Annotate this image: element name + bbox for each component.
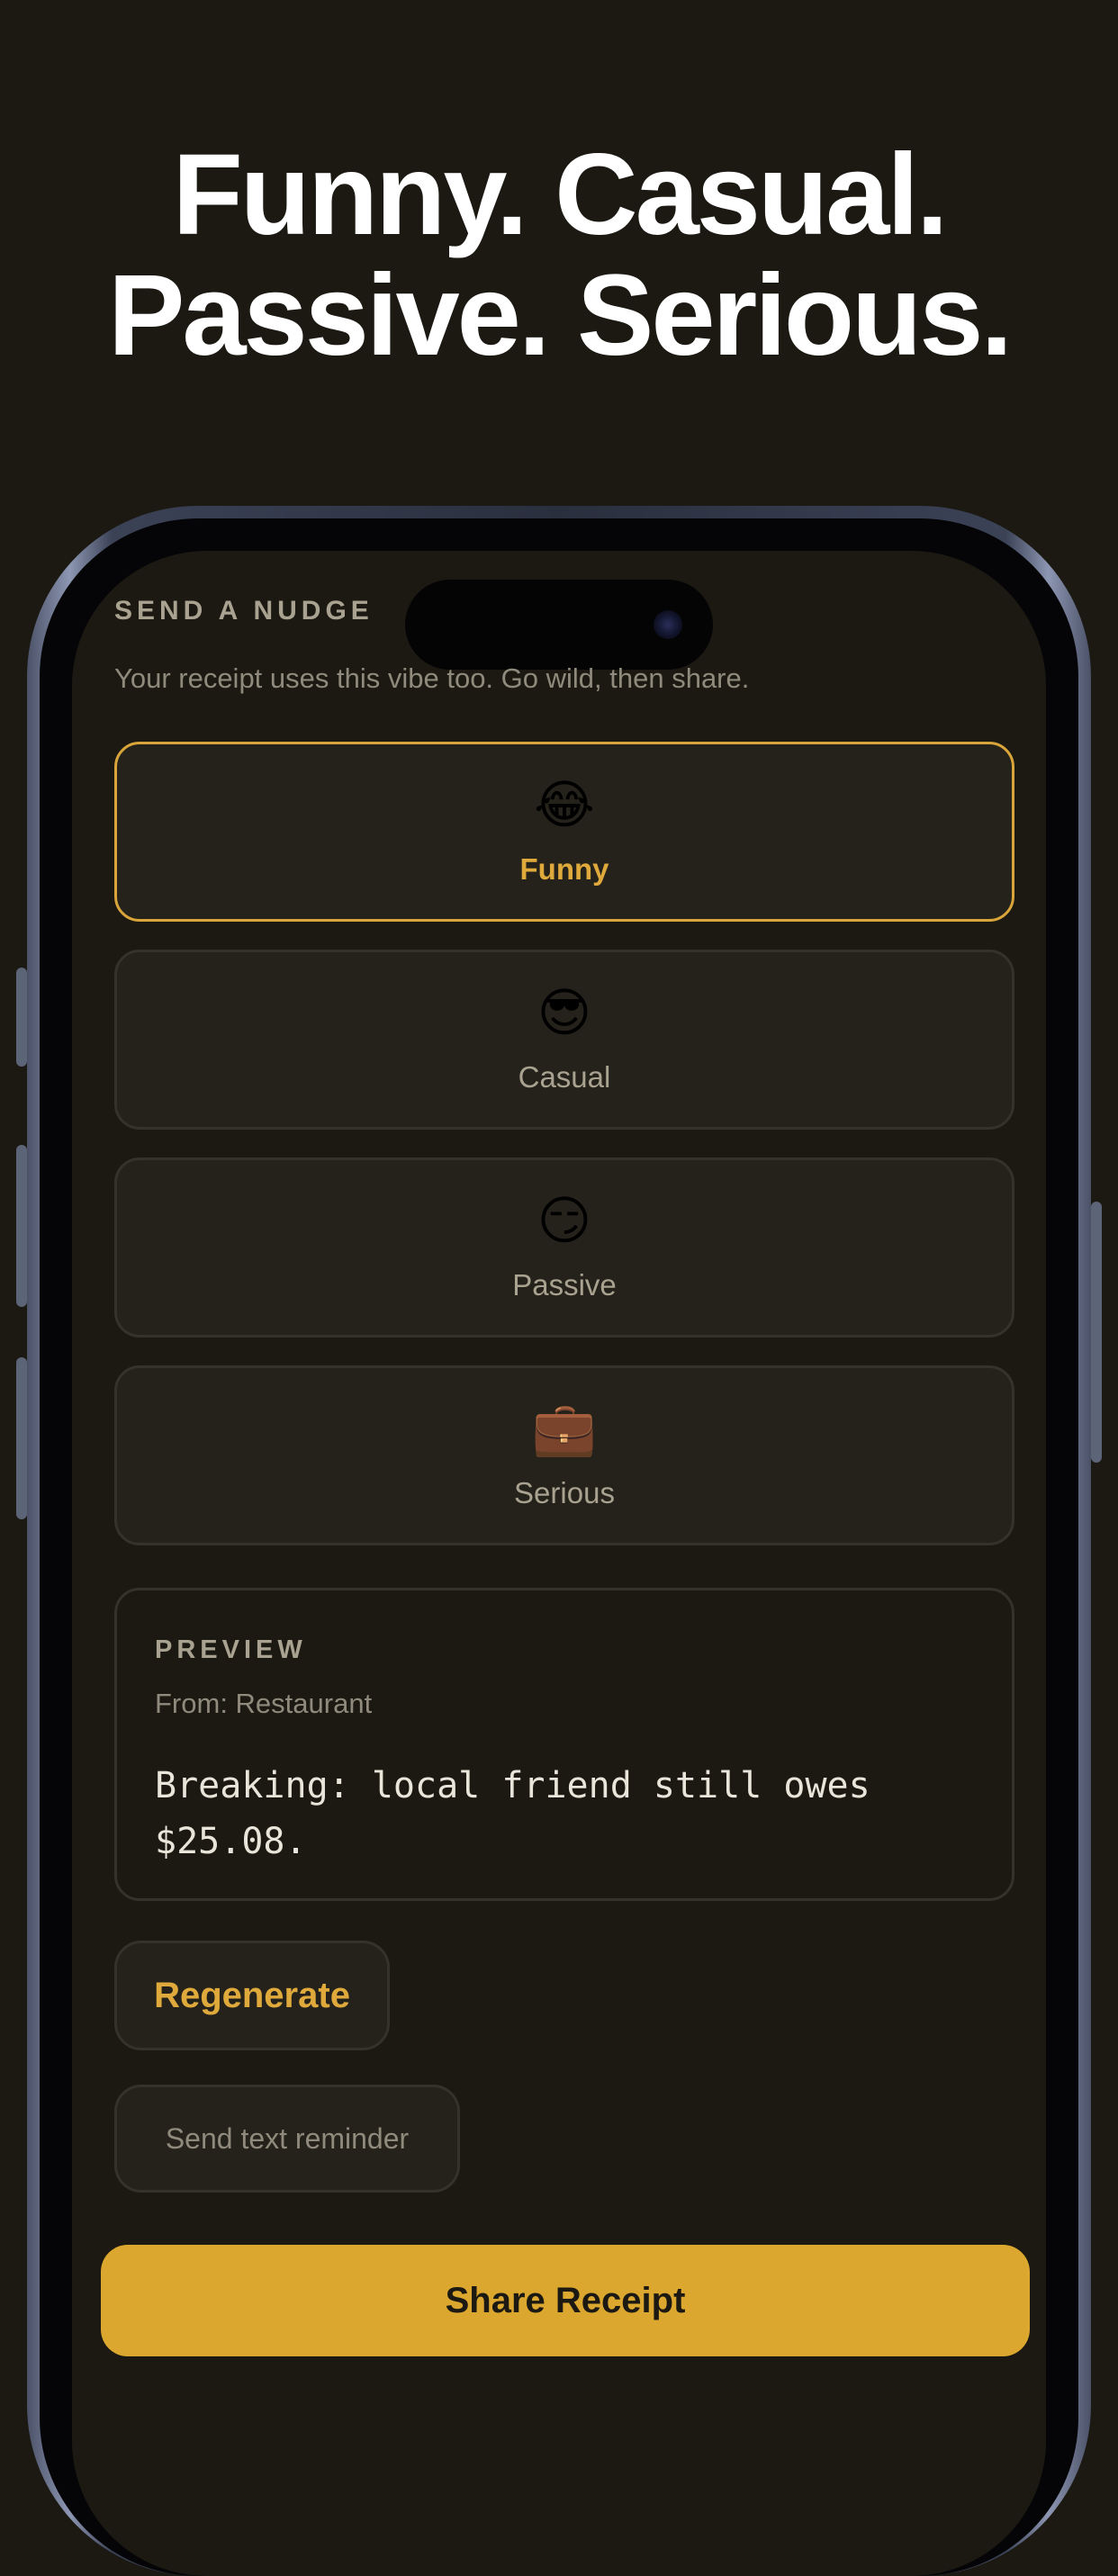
marketing-headline: Funny. Casual. Passive. Serious. — [0, 135, 1118, 376]
section-subtitle: Your receipt uses this vibe too. Go wild… — [114, 662, 750, 694]
preview-card: PREVIEW From: Restaurant Breaking: local… — [114, 1588, 1014, 1901]
sunglasses-emoji-icon: 😎 — [536, 984, 592, 1042]
action-button — [16, 968, 27, 1067]
volume-up-button — [16, 1145, 27, 1307]
vibe-label: Funny — [519, 852, 609, 886]
briefcase-emoji-icon: 💼 — [531, 1400, 598, 1458]
preview-from: From: Restaurant — [155, 1688, 373, 1719]
vibe-label: Casual — [518, 1060, 611, 1094]
front-camera — [654, 610, 682, 639]
vibe-option-serious[interactable]: 💼 Serious — [114, 1365, 1014, 1545]
vibe-label: Passive — [512, 1268, 617, 1302]
vibe-label: Serious — [514, 1476, 615, 1509]
power-button — [1091, 1202, 1102, 1463]
volume-down-button — [16, 1357, 27, 1519]
headline-line-2: Passive. Serious. — [107, 251, 1013, 380]
vibe-option-casual[interactable]: 😎 Casual — [114, 950, 1014, 1130]
preview-message: Breaking: local friend still owes $25.08… — [155, 1765, 870, 1862]
headline-line-1: Funny. Casual. — [172, 131, 949, 259]
smirk-emoji-icon: 😏 — [536, 1192, 592, 1250]
vibe-option-passive[interactable]: 😏 Passive — [114, 1157, 1014, 1338]
share-receipt-button[interactable]: Share Receipt — [101, 2245, 1030, 2356]
vibe-option-funny[interactable]: 😂 Funny — [114, 742, 1014, 922]
regenerate-button[interactable]: Regenerate — [114, 1941, 390, 2050]
preview-title: PREVIEW — [155, 1635, 307, 1664]
section-label: SEND A NUDGE — [114, 596, 374, 626]
send-text-reminder-button[interactable]: Send text reminder — [114, 2085, 460, 2193]
laughing-emoji-icon: 😂 — [534, 776, 595, 834]
